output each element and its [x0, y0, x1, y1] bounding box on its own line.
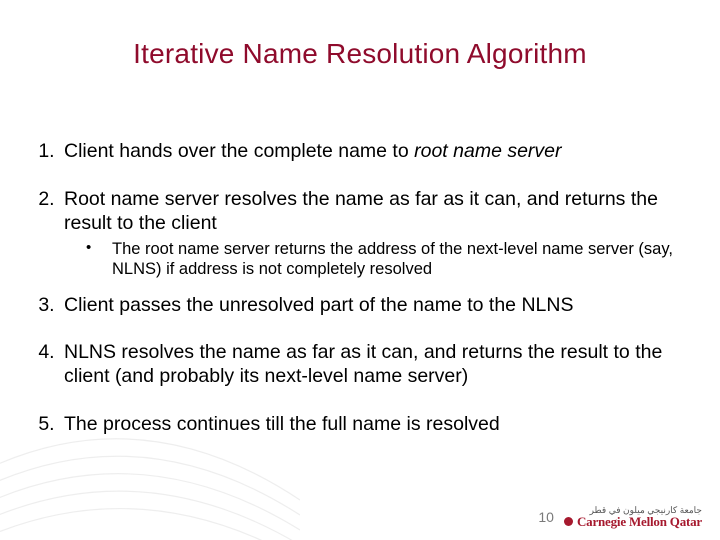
- list-item: NLNS resolves the name as far as it can,…: [60, 341, 692, 389]
- logo-text: Carnegie Mellon Qatar: [577, 515, 702, 528]
- sub-item: The root name server returns the address…: [86, 239, 692, 279]
- list-em: root name server: [414, 140, 561, 162]
- content: Client hands over the complete name to r…: [28, 140, 692, 461]
- list-item: Client passes the unresolved part of the…: [60, 294, 692, 318]
- logo-english: Carnegie Mellon Qatar: [564, 515, 702, 528]
- logo: جامعة كارنيجي ميلون في قطر Carnegie Mell…: [564, 506, 702, 528]
- slide: Iterative Name Resolution Algorithm Clie…: [0, 0, 720, 540]
- logo-dot-icon: [564, 517, 573, 526]
- list-text: Client passes the unresolved part of the…: [64, 294, 573, 316]
- list-item: Root name server resolves the name as fa…: [60, 188, 692, 280]
- list-text: Client hands over the complete name to: [64, 140, 414, 162]
- slide-title: Iterative Name Resolution Algorithm: [0, 38, 720, 70]
- list-item: Client hands over the complete name to r…: [60, 140, 692, 164]
- list-text: NLNS resolves the name as far as it can,…: [64, 341, 662, 387]
- sub-list: The root name server returns the address…: [86, 239, 692, 279]
- list-text: Root name server resolves the name as fa…: [64, 188, 658, 234]
- main-list: Client hands over the complete name to r…: [28, 140, 692, 437]
- list-item: The process continues till the full name…: [60, 413, 692, 437]
- footer: 10 جامعة كارنيجي ميلون في قطر Carnegie M…: [538, 506, 702, 528]
- page-number: 10: [538, 509, 554, 525]
- list-text: The process continues till the full name…: [64, 413, 500, 435]
